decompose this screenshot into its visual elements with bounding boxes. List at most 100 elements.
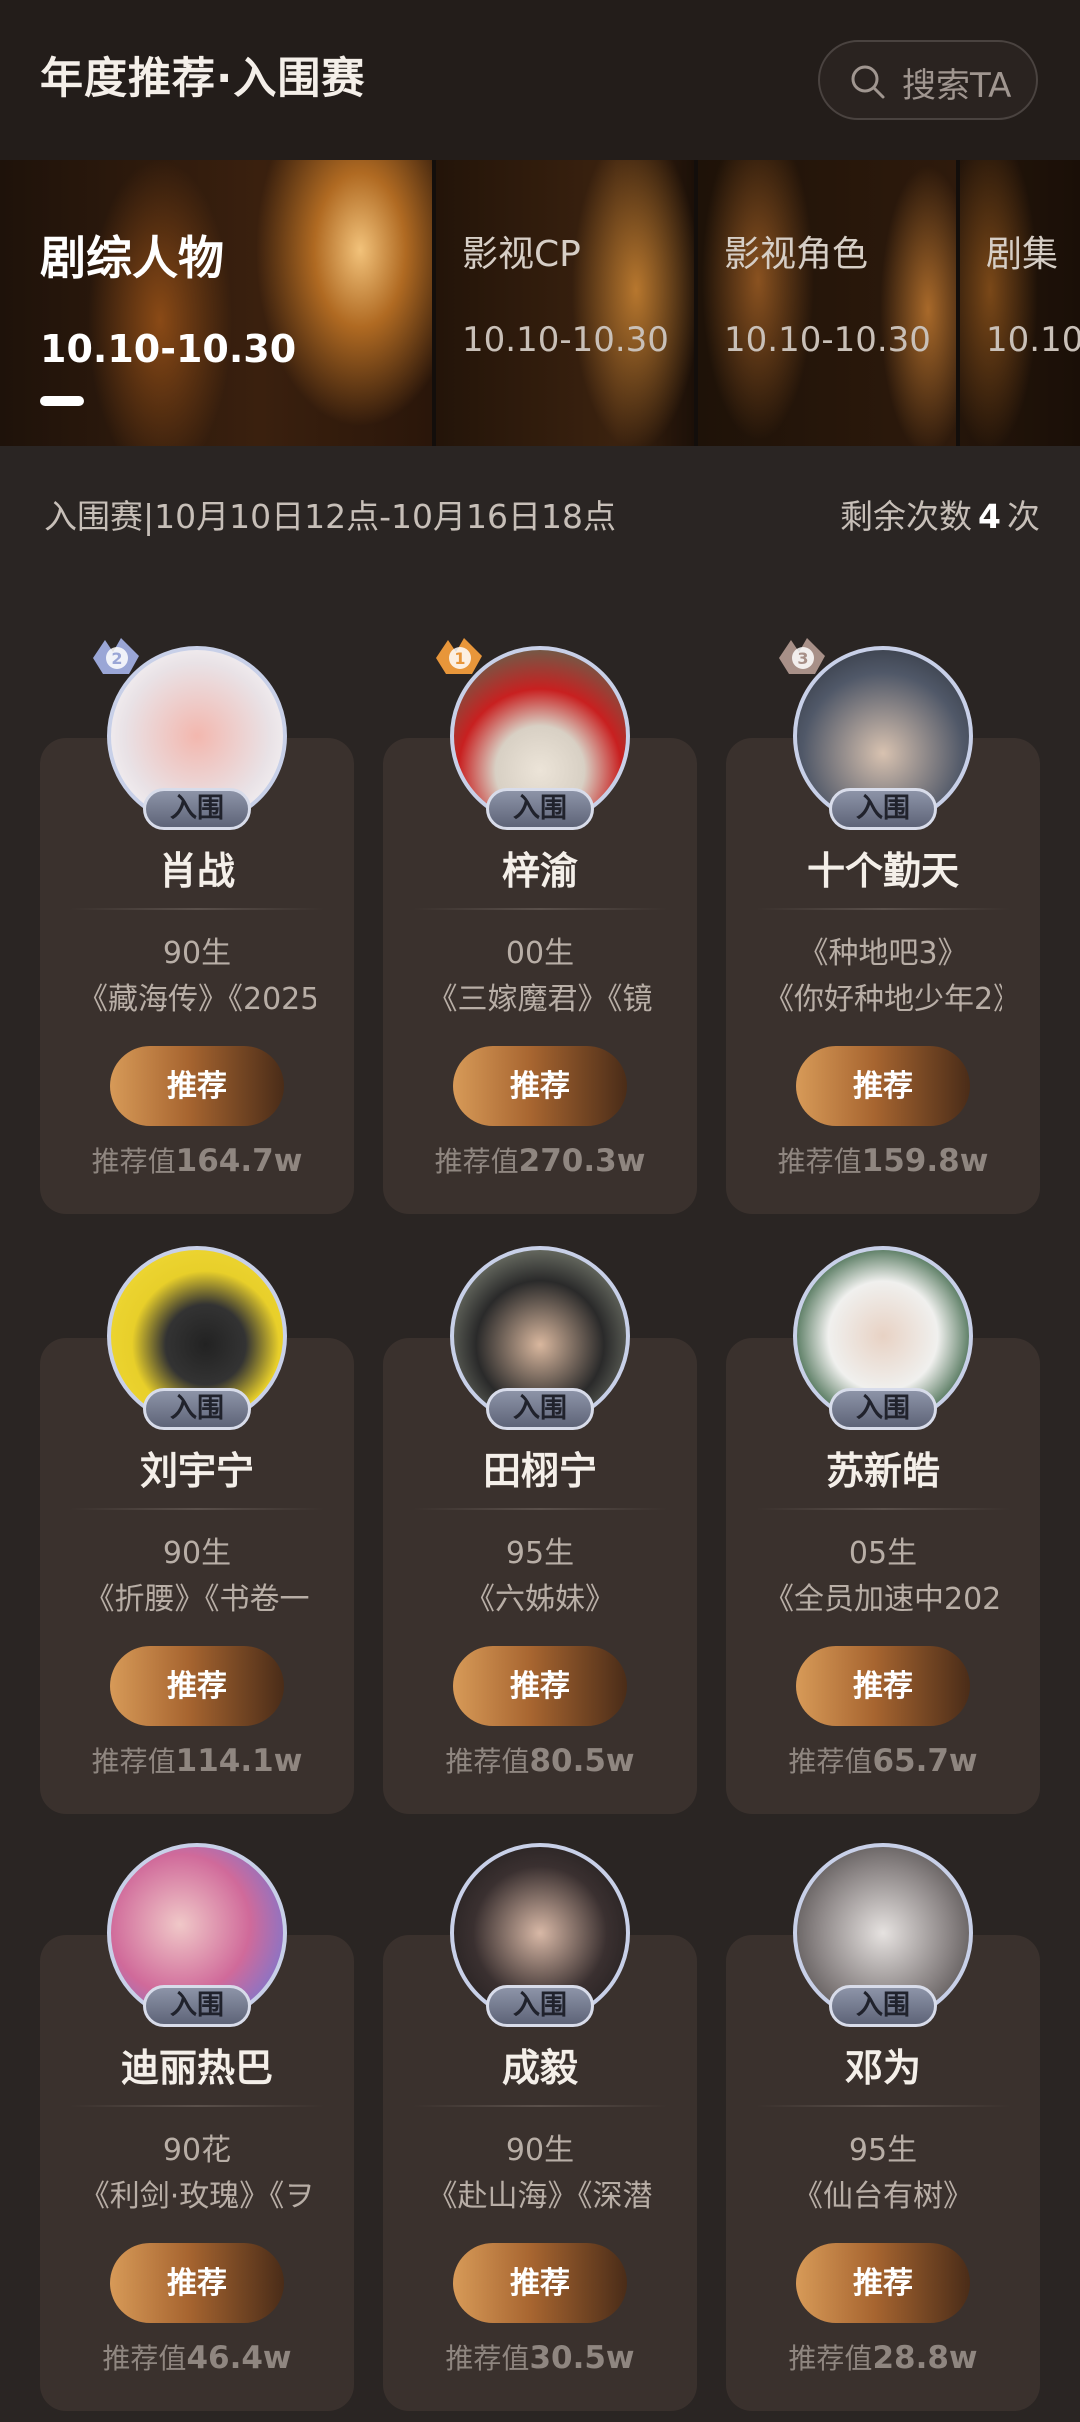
candidate-card[interactable]: 入围刘宇宁 90生《折腰》《书卷一推荐推荐值114.1w (40, 1246, 354, 1814)
page-title: 年度推荐·入围赛 (40, 54, 366, 104)
divider (413, 1508, 667, 1510)
candidate-name: 田栩宁 (482, 1449, 597, 1493)
recommend-button[interactable]: 推荐 (453, 1646, 627, 1726)
finalist-badge: 入围 (143, 788, 251, 830)
tab-film-role[interactable]: 影视角色 10.10-10.30 (698, 160, 956, 446)
active-tab-indicator (40, 396, 84, 406)
candidate-card[interactable]: 入围 2 肖战 90生《藏海传》《2025 推荐推荐值164.7w (40, 638, 354, 1214)
candidate-works: 《全员加速中2025 (764, 1582, 1002, 1617)
recommend-score: 推荐值46.4w (40, 2337, 354, 2377)
candidate-name: 十个勤天 (806, 849, 959, 893)
score-value: 270.3w (518, 1143, 646, 1179)
candidate-name: 梓渝 (501, 849, 578, 893)
candidate-card[interactable]: 入围 迪丽热巴 90花 《利剑·玫瑰》《ヲ 推荐 推荐值46.4w (40, 1843, 354, 2411)
recommend-score: 推荐值65.7w (726, 1740, 1040, 1780)
candidate-card[interactable]: 入围 邓为 95生 《仙台有树》 推荐 推荐值28.8w (726, 1843, 1040, 2411)
tab-label: 影视CP (462, 234, 581, 275)
divider (756, 2105, 1010, 2107)
svg-text:3: 3 (797, 649, 808, 668)
search-button[interactable]: 搜索TA (818, 40, 1038, 120)
candidate-card[interactable]: 入围 1 梓渝 00生《三嫁魔君》《镜推荐推荐值270.3w (383, 638, 697, 1214)
svg-text:1: 1 (454, 649, 465, 668)
score-label: 推荐值 (91, 1145, 176, 1178)
rank-badge-icon: 1 (432, 632, 486, 680)
recommend-score: 推荐值164.7w (40, 1140, 354, 1180)
candidate-card[interactable]: 入围 田栩宁 95生 《六姊妹》 推荐 推荐值80.5w (383, 1246, 697, 1814)
recommend-score: 推荐值28.8w (726, 2337, 1040, 2377)
recommend-button[interactable]: 推荐 (453, 2243, 627, 2323)
finalist-badge: 入围 (143, 1388, 251, 1430)
finalist-badge: 入围 (829, 788, 937, 830)
tab-label: 影视角色 (724, 234, 869, 275)
score-label: 推荐值 (434, 1145, 519, 1178)
recommend-button[interactable]: 推荐 (110, 1046, 284, 1126)
candidate-works: 《六姊妹》 (465, 1582, 615, 1617)
finalist-badge: 入围 (486, 1388, 594, 1430)
recommend-button[interactable]: 推荐 (796, 1646, 970, 1726)
candidate-tag: 05生 (848, 1536, 918, 1571)
recommend-button[interactable]: 推荐 (453, 1046, 627, 1126)
rank-badge-icon: 2 (89, 632, 143, 680)
remaining-votes: 剩余次数 4 次 (840, 490, 1040, 538)
finalist-badge: 入围 (143, 1985, 251, 2027)
tab-date: 10.10-10.30 (724, 320, 931, 360)
candidate-works: 《利剑·玫瑰》《ヲ (79, 2179, 315, 2214)
divider (70, 1508, 324, 1510)
divider (756, 1508, 1010, 1510)
tab-date: 10.10-10.30 (462, 320, 669, 360)
search-icon (851, 65, 885, 99)
recommend-button[interactable]: 推荐 (796, 2243, 970, 2323)
score-value: 65.7w (872, 1743, 978, 1779)
score-value: 80.5w (529, 1743, 635, 1779)
candidate-tag: 95生 (505, 1536, 575, 1571)
tab-label: 剧综人物 (40, 231, 224, 285)
candidate-works: 《三嫁魔君》《镜 (427, 982, 653, 1017)
finalist-badge: 入围 (486, 1985, 594, 2027)
avatar-wrap: 入围 (793, 1246, 973, 1430)
candidate-name: 邓为 (844, 2046, 921, 2090)
tab-drama-variety-people[interactable]: 剧综人物 10.10-10.30 (0, 160, 432, 446)
candidate-tag: 90生 (162, 936, 232, 971)
avatar-wrap: 入围 2 (93, 638, 287, 830)
recommend-score: 推荐值114.1w (40, 1740, 354, 1780)
candidate-works: 《藏海传》《2025 (78, 982, 316, 1017)
candidate-tag: 90花 (162, 2133, 232, 2168)
recommend-score: 推荐值30.5w (383, 2337, 697, 2377)
remaining-unit: 次 (1007, 497, 1040, 536)
score-value: 30.5w (529, 2340, 635, 2376)
divider (413, 2105, 667, 2107)
divider (70, 2105, 324, 2107)
rank-badge-icon: 3 (775, 632, 829, 680)
score-label: 推荐值 (788, 1745, 873, 1778)
top-header: 年度推荐·入围赛 搜索TA (0, 0, 1080, 160)
recommend-button[interactable]: 推荐 (110, 2243, 284, 2323)
score-value: 164.7w (175, 1143, 303, 1179)
score-value: 114.1w (175, 1743, 303, 1779)
finalist-badge: 入围 (486, 788, 594, 830)
candidate-name: 肖战 (158, 849, 235, 893)
candidate-card[interactable]: 入围 苏新皓 05生 《全员加速中2025 推荐 推荐值65.7w (726, 1246, 1040, 1814)
candidate-card[interactable]: 入围 3 十个勤天 《种地吧3》 《你好种地少年2》 推荐 推荐值159.8w (726, 638, 1040, 1214)
avatar-wrap: 入围 (450, 1843, 630, 2027)
score-label: 推荐值 (102, 2342, 187, 2375)
tab-date: 10.10- (986, 320, 1080, 360)
candidate-works: 《仙台有树》 (793, 2179, 973, 2214)
score-label: 推荐值 (788, 2342, 873, 2375)
recommend-button[interactable]: 推荐 (796, 1046, 970, 1126)
avatar-wrap: 入围 (793, 1843, 973, 2027)
recommend-score: 推荐值159.8w (726, 1140, 1040, 1180)
candidate-name: 刘宇宁 (139, 1449, 254, 1493)
candidate-tag: 90生 (162, 1536, 232, 1571)
tab-film-cp[interactable]: 影视CP 10.10-10.30 (436, 160, 694, 446)
candidate-tag: 00生 (505, 936, 575, 971)
avatar-wrap: 入围 (450, 1246, 630, 1430)
svg-text:2: 2 (111, 649, 122, 668)
candidate-card[interactable]: 入围 成毅 90生 《赴山海》《深潜 推荐 推荐值30.5w (383, 1843, 697, 2411)
finalist-badge: 入围 (829, 1985, 937, 2027)
candidate-works: 《折腰》《书卷一 (84, 1582, 310, 1617)
tab-date: 10.10-10.30 (40, 327, 297, 371)
avatar-wrap: 入围 1 (436, 638, 630, 830)
divider (756, 908, 1010, 910)
tab-series[interactable]: 剧集 10.10- (960, 160, 1080, 446)
recommend-button[interactable]: 推荐 (110, 1646, 284, 1726)
